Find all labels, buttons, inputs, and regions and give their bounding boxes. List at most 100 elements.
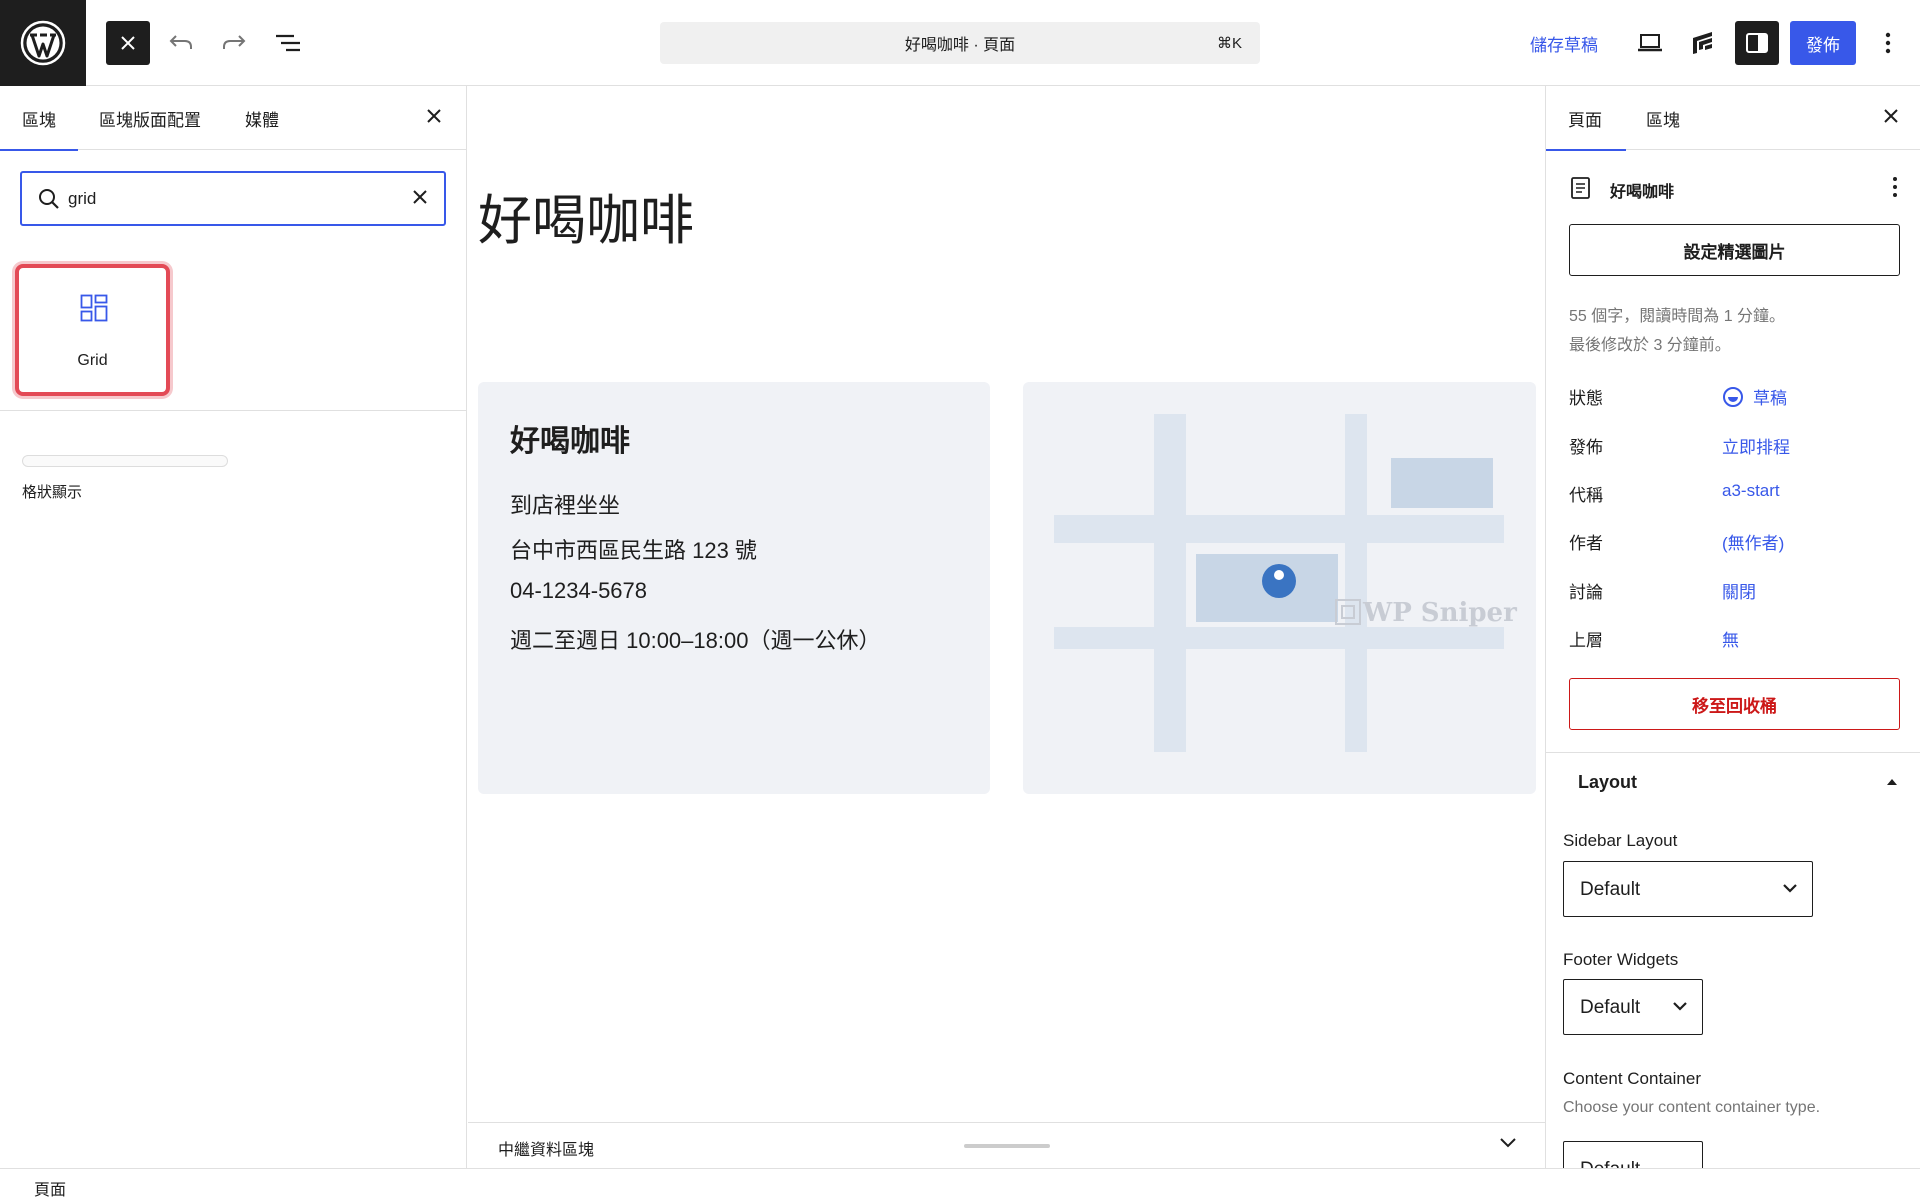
close-inserter-button[interactable] (106, 21, 150, 65)
grid-block-icon (80, 294, 108, 322)
author-value-link[interactable]: (無作者) (1722, 529, 1784, 554)
page-icon (1571, 177, 1590, 199)
slug-value-link[interactable]: a3-start (1722, 481, 1780, 501)
card-address: 台中市西區民生路 123 號 (510, 538, 757, 563)
discussion-label: 討論 (1569, 583, 1603, 602)
page-title[interactable]: 好喝咖啡 (478, 176, 694, 255)
content-container-label: Content Container (1563, 1069, 1701, 1088)
settings-tabs: 頁面 區塊 (1546, 86, 1920, 151)
status-label: 狀態 (1569, 389, 1603, 408)
settings-sidebar-toggle[interactable] (1735, 21, 1779, 65)
document-row: 好喝咖啡 (1568, 174, 1898, 202)
close-icon[interactable] (1883, 108, 1899, 124)
status-row: 狀態 草稿 (1569, 384, 1899, 408)
desktop-preview-icon (1638, 34, 1662, 52)
card-title: 好喝咖啡 (510, 425, 630, 458)
tab-page[interactable]: 頁面 (1546, 86, 1626, 151)
map-card[interactable]: WP Sniper (1023, 382, 1536, 794)
document-overview-button[interactable] (266, 21, 310, 65)
settings-sidebar: 頁面 區塊 好喝咖啡 設定精選圖片 55 個字，閱讀時間為 1 分鐘。 最後修改… (1545, 86, 1920, 1168)
publish-value-link[interactable]: 立即排程 (1722, 433, 1790, 458)
close-icon (121, 36, 135, 50)
discussion-row: 討論 關閉 (1569, 578, 1899, 602)
wordpress-logo-button[interactable] (0, 0, 86, 86)
tab-block[interactable]: 區塊 (1646, 86, 1680, 150)
info-card[interactable]: 好喝咖啡 到店裡坐坐 台中市西區民生路 123 號 04-1234-5678 週… (478, 382, 990, 794)
preview-button[interactable] (1628, 21, 1672, 65)
chevron-down-icon (1673, 1002, 1687, 1011)
caret-up-icon[interactable] (1886, 778, 1898, 786)
set-featured-image-button[interactable]: 設定精選圖片 (1569, 224, 1900, 276)
save-draft-button[interactable]: 儲存草稿 (1530, 31, 1598, 56)
card-phone: 04-1234-5678 (510, 578, 648, 603)
tab-blocks[interactable]: 區塊 (0, 86, 78, 151)
undo-button[interactable] (159, 21, 203, 65)
pattern-preview[interactable] (22, 455, 228, 467)
slug-row: 代稱 a3-start (1569, 481, 1899, 505)
chevron-down-icon[interactable] (1499, 1137, 1517, 1149)
close-inserter-panel-button[interactable] (426, 108, 446, 128)
more-vertical-icon (1885, 32, 1891, 54)
move-to-trash-button[interactable]: 移至回收桶 (1569, 678, 1900, 730)
command-shortcut: ⌘K (1216, 35, 1242, 52)
last-modified-info: 最後修改於 3 分鐘前。 (1569, 337, 1731, 354)
pattern-label: 格狀顯示 (22, 484, 83, 501)
parent-value-link[interactable]: 無 (1722, 626, 1739, 651)
inserter-divider (0, 410, 466, 411)
sidebar-icon (1746, 33, 1768, 53)
footer-widgets-select[interactable]: Default (1563, 979, 1703, 1035)
plugin-icon (1693, 32, 1712, 54)
resize-handle[interactable] (964, 1144, 1050, 1148)
word-count-info: 55 個字，閱讀時間為 1 分鐘。 (1569, 308, 1786, 325)
meta-boxes-bar[interactable]: 中繼資料區塊 (468, 1122, 1545, 1168)
tab-media[interactable]: 媒體 (245, 86, 279, 150)
draft-status-icon (1723, 387, 1743, 407)
settings-divider (1546, 752, 1920, 753)
footer-widgets-value: Default (1580, 997, 1641, 1018)
command-bar-title: 好喝咖啡 · 頁面 (904, 37, 1016, 54)
inserter-tabs: 區塊 區塊版面配置 媒體 (0, 86, 466, 151)
chevron-down-icon (1783, 884, 1797, 893)
footer-widgets-label: Footer Widgets (1563, 950, 1679, 969)
block-search-box (20, 171, 446, 226)
clear-search-icon[interactable] (412, 189, 428, 205)
plugin-button[interactable] (1681, 21, 1725, 65)
author-label: 作者 (1569, 534, 1603, 553)
author-row: 作者 (無作者) (1569, 529, 1899, 553)
content-container-help: Choose your content container type. (1563, 1099, 1821, 1116)
sidebar-layout-value: Default (1580, 879, 1641, 900)
breadcrumb-item-page[interactable]: 頁面 (34, 1176, 66, 1200)
content-container-select[interactable]: Default (1563, 1141, 1703, 1168)
discussion-value-link[interactable]: 關閉 (1722, 578, 1756, 603)
close-icon (427, 109, 441, 123)
publish-label: 發佈 (1569, 438, 1603, 457)
undo-icon (169, 35, 192, 49)
editor-header: 好喝咖啡 · 頁面 ⌘K 儲存草稿 發佈 (0, 0, 1920, 86)
block-search-input[interactable] (68, 185, 398, 213)
parent-row: 上層 無 (1569, 626, 1899, 650)
card-line: 到店裡坐坐 (510, 493, 621, 518)
block-result-grid[interactable]: Grid (15, 264, 170, 396)
block-inserter-panel: 區塊 區塊版面配置 媒體 Grid 格狀顯示 (0, 86, 467, 1168)
editor-canvas: 好喝咖啡 好喝咖啡 到店裡坐坐 台中市西區民生路 123 號 04-1234-5… (468, 86, 1545, 1122)
more-vertical-icon[interactable] (1892, 176, 1898, 198)
status-value-link[interactable]: 草稿 (1753, 384, 1787, 409)
list-view-icon (276, 34, 300, 52)
meta-boxes-label: 中繼資料區塊 (498, 1142, 595, 1159)
sidebar-layout-select[interactable]: Default (1563, 861, 1813, 917)
tab-patterns[interactable]: 區塊版面配置 (99, 86, 201, 150)
publish-button[interactable]: 發佈 (1790, 21, 1856, 65)
redo-icon (223, 35, 246, 49)
block-breadcrumb: 頁面 (0, 1168, 1920, 1200)
search-icon (39, 189, 59, 209)
card-hours: 週二至週日 10:00–18:00（週一公休） (510, 628, 881, 653)
command-palette-bar[interactable]: 好喝咖啡 · 頁面 ⌘K (660, 22, 1260, 64)
redo-button[interactable] (212, 21, 256, 65)
options-menu-button[interactable] (1866, 21, 1910, 65)
content-container-value: Default (1580, 1159, 1640, 1168)
layout-panel-heading[interactable]: Layout (1578, 772, 1637, 793)
sidebar-layout-label: Sidebar Layout (1563, 831, 1678, 850)
publish-row: 發佈 立即排程 (1569, 433, 1899, 457)
slug-label: 代稱 (1569, 486, 1603, 505)
map-watermark: WP Sniper (1363, 598, 1517, 628)
